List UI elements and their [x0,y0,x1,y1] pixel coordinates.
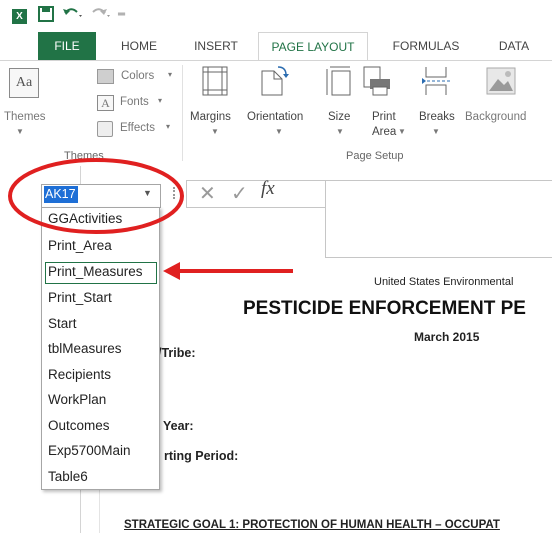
size-icon[interactable] [324,65,354,102]
ribbon: Aa Themes ▼ Colors ▾ A Fonts ▾ Effects ▾… [0,60,552,168]
named-range-item[interactable]: Print_Start [48,290,156,305]
sheet-title: PESTICIDE ENFORCEMENT PE [243,298,526,319]
tab-home[interactable]: HOME [108,32,170,60]
quick-access-toolbar: X ═ [0,0,552,32]
named-range-item[interactable]: GGActivities [48,211,156,226]
ribbon-tabs: FILE HOME INSERT PAGE LAYOUT FORMULAS DA… [0,32,552,61]
named-range-item[interactable]: Table6 [48,469,156,484]
breaks-button[interactable]: Breaks [419,111,455,123]
name-box-value[interactable]: AK17 [44,186,78,203]
name-box-dropdown-icon[interactable]: ▼ [143,188,152,198]
named-range-item[interactable]: Print_Area [48,238,156,253]
named-range-item[interactable]: tblMeasures [48,341,156,356]
named-range-item[interactable]: Outcomes [48,418,156,433]
tab-formulas[interactable]: FORMULAS [384,32,468,60]
themes-icon[interactable]: Aa [9,68,39,98]
save-icon[interactable] [38,6,54,25]
excel-logo-icon: X [12,9,27,24]
undo-icon[interactable] [62,6,84,25]
redo-icon[interactable] [90,6,112,25]
chevron-down-icon: ▾ [166,122,171,131]
reporting-period-label: rting Period: [164,449,239,463]
formula-bar-grip[interactable] [173,187,176,199]
margins-button[interactable]: Margins [190,111,231,123]
breaks-icon[interactable] [420,65,452,102]
tab-insert[interactable]: INSERT [184,32,248,60]
chevron-down-icon: ▼ [336,127,344,136]
group-separator [182,65,183,161]
page-setup-group-label: Page Setup [346,150,404,162]
tab-page-layout[interactable]: PAGE LAYOUT [258,32,368,61]
colors-button[interactable]: Colors [121,70,154,82]
agency-text: United States Environmental [374,276,514,288]
tribe-label: /Tribe: [158,346,196,360]
year-label: Year: [163,419,194,433]
sheet-date: March 2015 [414,330,480,344]
chevron-down-icon: ▼ [398,127,406,136]
named-range-item[interactable]: WorkPlan [48,392,156,407]
enter-icon[interactable]: ✓ [231,181,248,206]
effects-icon[interactable] [97,121,113,137]
strategic-goal-heading: STRATEGIC GOAL 1: PROTECTION OF HUMAN HE… [124,519,500,531]
tab-file[interactable]: FILE [38,32,96,60]
chevron-down-icon: ▾ [168,70,173,79]
chevron-down-icon: ▼ [211,127,219,136]
margins-icon[interactable] [200,65,230,102]
named-range-item[interactable]: Print_Measures [48,264,156,279]
customize-icon[interactable]: ═ [118,9,125,20]
background-button[interactable]: Background [465,111,526,123]
cancel-icon[interactable]: ✕ [199,181,216,206]
insert-function-icon[interactable]: fx [261,178,275,200]
named-range-item[interactable]: Exp5700Main [48,443,156,458]
fonts-button[interactable]: Fonts [120,96,149,108]
fonts-icon[interactable]: A [97,95,114,111]
orientation-button[interactable]: Orientation [247,111,303,123]
print-area-label-2[interactable]: Area [372,126,396,138]
print-area-button[interactable]: Print [372,111,396,123]
print-area-icon[interactable] [360,65,392,102]
colors-icon[interactable] [97,69,114,84]
themes-button[interactable]: Themes [4,111,46,123]
chevron-down-icon: ▼ [275,127,283,136]
chevron-down-icon: ▼ [16,127,24,136]
themes-group-label: Themes [64,150,104,162]
effects-button[interactable]: Effects [120,122,155,134]
chevron-down-icon: ▾ [158,96,163,105]
named-range-item[interactable]: Recipients [48,367,156,382]
formula-input[interactable] [325,180,552,258]
background-icon[interactable] [486,67,516,100]
orientation-icon[interactable] [258,65,290,102]
tab-data[interactable]: DATA [486,32,542,60]
size-button[interactable]: Size [328,111,350,123]
named-range-item[interactable]: Start [48,316,156,331]
chevron-down-icon: ▼ [432,127,440,136]
name-box-dropdown: GGActivities Print_Area Print_Measures P… [41,207,160,490]
